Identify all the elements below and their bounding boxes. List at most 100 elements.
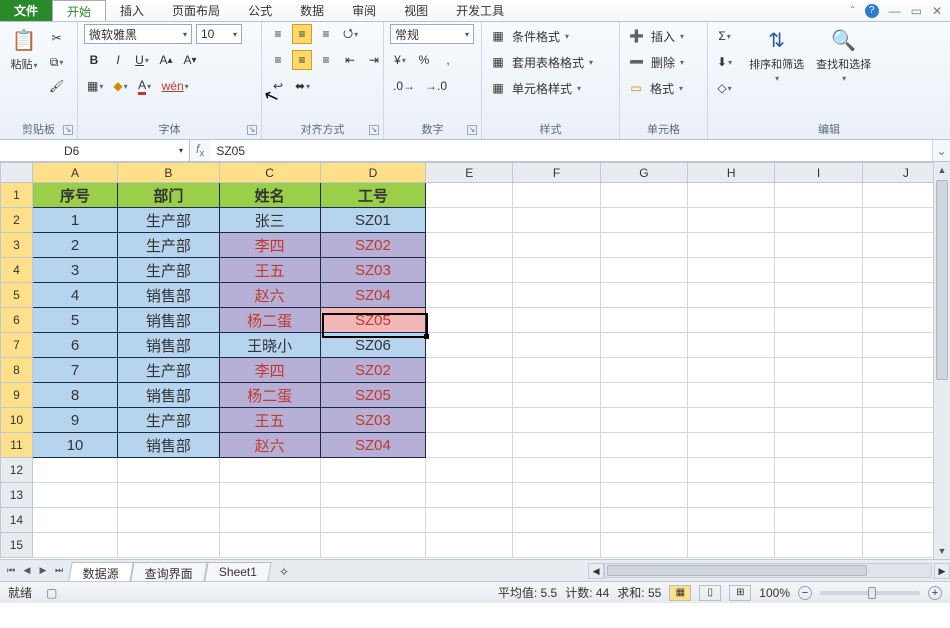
sheet-tab[interactable]: Sheet1 [204, 562, 271, 581]
help-icon[interactable]: ? [865, 4, 879, 18]
tab-next-icon[interactable]: ▶ [36, 564, 50, 578]
data-cell[interactable]: 6 [32, 333, 117, 358]
row-header[interactable]: 11 [1, 433, 33, 458]
name-box[interactable]: D6▾ [0, 140, 190, 161]
indent-inc-icon[interactable]: ⇥ [364, 50, 384, 70]
data-cell[interactable]: SZ03 [320, 258, 425, 283]
scroll-thumb[interactable] [936, 180, 948, 380]
comma-icon[interactable]: , [438, 50, 458, 70]
wrap-text-icon[interactable]: ↩ [268, 76, 288, 96]
font-launcher[interactable]: ↘ [247, 125, 257, 135]
select-all-corner[interactable] [1, 163, 33, 183]
data-cell[interactable]: 1 [32, 208, 117, 233]
formula-input[interactable]: SZ05 [210, 140, 932, 161]
find-select-button[interactable]: 🔍 查找和选择▾ [812, 24, 875, 85]
align-top-icon[interactable]: ≡ [268, 24, 288, 44]
orientation-icon[interactable]: ⭯▾ [340, 24, 361, 44]
align-bottom-icon[interactable]: ≡ [316, 24, 336, 44]
indent-dec-icon[interactable]: ⇤ [340, 50, 360, 70]
row-header[interactable]: 6 [1, 308, 33, 333]
row-header[interactable]: 5 [1, 283, 33, 308]
grow-font-icon[interactable]: A▴ [156, 50, 176, 70]
align-launcher[interactable]: ↘ [369, 125, 379, 135]
table-format-button[interactable]: ▦套用表格格式▾ [488, 52, 613, 72]
col-header-F[interactable]: F [513, 163, 600, 183]
row-header[interactable]: 7 [1, 333, 33, 358]
align-right-icon[interactable]: ≡ [316, 50, 336, 70]
bold-icon[interactable]: B [84, 50, 104, 70]
data-cell[interactable]: 9 [32, 408, 117, 433]
data-cell[interactable]: SZ03 [320, 408, 425, 433]
menu-file[interactable]: 文件 [0, 0, 52, 21]
sheet-tab[interactable]: 查询界面 [130, 562, 207, 581]
data-cell[interactable]: 4 [32, 283, 117, 308]
menu-tab-3[interactable]: 公式 [234, 0, 286, 21]
data-cell[interactable]: SZ02 [320, 233, 425, 258]
data-cell[interactable]: 赵六 [219, 433, 320, 458]
row-header[interactable]: 3 [1, 233, 33, 258]
data-cell[interactable]: SZ01 [320, 208, 425, 233]
menu-tab-2[interactable]: 页面布局 [158, 0, 234, 21]
clipboard-launcher[interactable]: ↘ [63, 125, 73, 135]
tab-last-icon[interactable]: ⏭ [52, 564, 66, 578]
data-cell[interactable]: 7 [32, 358, 117, 383]
scroll-down-icon[interactable]: ▼ [934, 543, 950, 559]
data-cell[interactable]: 生产部 [118, 233, 219, 258]
copy-icon[interactable]: ⧉▾ [46, 52, 67, 72]
col-header-I[interactable]: I [775, 163, 862, 183]
row-header[interactable]: 12 [1, 458, 33, 483]
col-header-B[interactable]: B [118, 163, 219, 183]
data-cell[interactable]: SZ04 [320, 433, 425, 458]
data-cell[interactable]: 5 [32, 308, 117, 333]
menu-tab-7[interactable]: 开发工具 [442, 0, 518, 21]
row-header[interactable]: 10 [1, 408, 33, 433]
data-cell[interactable]: SZ04 [320, 283, 425, 308]
row-header[interactable]: 8 [1, 358, 33, 383]
menu-tab-6[interactable]: 视图 [390, 0, 442, 21]
row-header[interactable]: 13 [1, 483, 33, 508]
insert-cells-button[interactable]: ➕插入▾ [626, 26, 701, 46]
number-launcher[interactable]: ↘ [467, 125, 477, 135]
col-header-A[interactable]: A [32, 163, 117, 183]
data-cell[interactable]: 8 [32, 383, 117, 408]
fill-color-icon[interactable]: ◆▾ [110, 76, 130, 96]
data-cell[interactable]: 王五 [219, 408, 320, 433]
data-cell[interactable]: 李四 [219, 358, 320, 383]
data-cell[interactable]: 销售部 [118, 333, 219, 358]
table-header-cell[interactable]: 工号 [320, 183, 425, 208]
data-cell[interactable]: 生产部 [118, 408, 219, 433]
format-cells-button[interactable]: ▭格式▾ [626, 78, 701, 98]
clear-icon[interactable]: ◇▾ [714, 78, 735, 98]
format-painter-icon[interactable]: 🖌 [46, 76, 67, 96]
window-minimize-icon[interactable]: — [889, 4, 901, 18]
phonetic-icon[interactable]: wén▾ [159, 76, 192, 96]
menu-tab-4[interactable]: 数据 [286, 0, 338, 21]
cell-style-button[interactable]: ▦单元格样式▾ [488, 78, 613, 98]
col-header-C[interactable]: C [219, 163, 320, 183]
number-format-combo[interactable]: 常规▾ [390, 24, 474, 44]
align-left-icon[interactable]: ≡ [268, 50, 288, 70]
data-cell[interactable]: 销售部 [118, 383, 219, 408]
row-header[interactable]: 2 [1, 208, 33, 233]
ribbon-minimize-icon[interactable]: ˆ [851, 4, 855, 18]
data-cell[interactable]: 销售部 [118, 283, 219, 308]
scroll-up-icon[interactable]: ▲ [934, 162, 950, 178]
row-header[interactable]: 4 [1, 258, 33, 283]
percent-icon[interactable]: % [414, 50, 434, 70]
italic-icon[interactable]: I [108, 50, 128, 70]
font-name-combo[interactable]: 微软雅黑▾ [84, 24, 192, 44]
hscroll-thumb[interactable] [607, 565, 867, 576]
row-header[interactable]: 9 [1, 383, 33, 408]
table-header-cell[interactable]: 序号 [32, 183, 117, 208]
conditional-format-button[interactable]: ▦条件格式▾ [488, 26, 613, 46]
font-size-combo[interactable]: 10▾ [196, 24, 242, 44]
delete-cells-button[interactable]: ➖删除▾ [626, 52, 701, 72]
window-restore-icon[interactable]: ▭ [911, 4, 922, 18]
fill-icon[interactable]: ⬇▾ [714, 52, 735, 72]
data-cell[interactable]: 张三 [219, 208, 320, 233]
macro-record-icon[interactable]: ▢ [46, 586, 57, 600]
data-cell[interactable]: 3 [32, 258, 117, 283]
data-cell[interactable]: 生产部 [118, 258, 219, 283]
formula-expand-icon[interactable]: ⌄ [932, 140, 950, 161]
data-cell[interactable]: 生产部 [118, 358, 219, 383]
